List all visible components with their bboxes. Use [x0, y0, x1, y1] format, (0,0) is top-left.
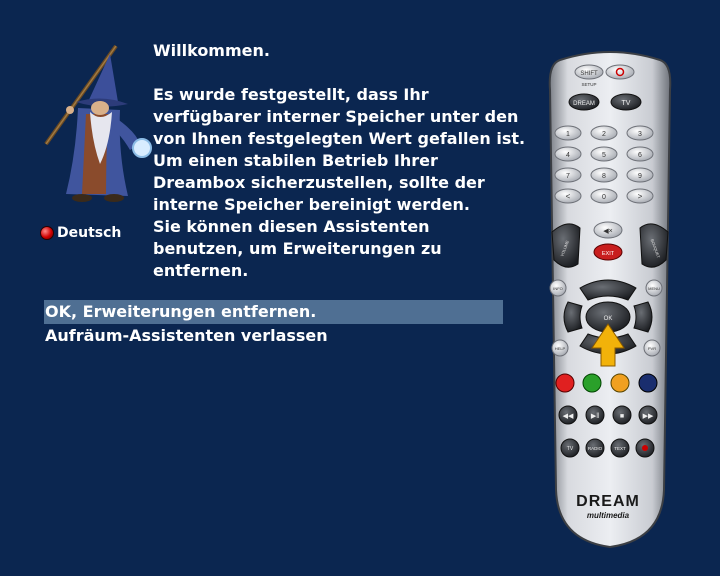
svg-text:1: 1: [566, 131, 570, 138]
option-exit-assistant[interactable]: Aufräum-Assistenten verlassen: [44, 324, 503, 348]
message-line: entfernen.: [153, 261, 249, 280]
svg-text:9: 9: [638, 173, 642, 180]
remote-menu-button: MENU: [645, 279, 663, 297]
message-line: Es wurde festgestellt, dass Ihr: [153, 85, 429, 104]
option-list: OK, Erweiterungen entfernen. Aufräum-Ass…: [44, 300, 503, 348]
language-label: Deutsch: [57, 225, 122, 241]
svg-text:◀◀: ◀◀: [563, 413, 574, 420]
remote-mute-button: ◀×: [593, 221, 623, 239]
remote-tv-button: TV: [610, 93, 642, 111]
message-line: Sie können diesen Assistenten: [153, 217, 430, 236]
remote-pvr-button: PVR: [643, 339, 661, 357]
message-line: Dreambox sicherzustellen, sollte der: [153, 173, 485, 192]
remote-ok-label: OK: [604, 316, 613, 322]
remote-dream-label: DREAM: [573, 101, 595, 107]
remote-shift-label: SHIFT: [580, 71, 598, 77]
svg-text:RADIO: RADIO: [588, 446, 603, 451]
remote-shift-button: SHIFT: [574, 64, 604, 80]
message-line: interne Speicher bereinigt werden.: [153, 195, 470, 214]
remote-volume-rocker: VOLUME: [551, 223, 581, 268]
message-line: Um einen stabilen Betrieb Ihrer: [153, 151, 438, 170]
remote-info-button: INFO: [549, 279, 567, 297]
remote-bouquet-rocker: BOUQUET: [639, 223, 669, 268]
remote-help-button: HELP: [551, 339, 569, 357]
svg-text:0: 0: [602, 194, 606, 201]
svg-text:5: 5: [602, 152, 606, 159]
svg-text:8: 8: [602, 173, 606, 180]
svg-text:6: 6: [638, 152, 642, 159]
wizard-icon: [44, 44, 152, 202]
svg-text:<: <: [566, 192, 571, 201]
message-line: verfügbarer interner Speicher unter den: [153, 107, 519, 126]
remote-control-image: SHIFT SETUP DREAM TV 1 2 3 4 5 6 7 8 9 <: [540, 50, 680, 550]
svg-text:3: 3: [638, 131, 642, 138]
remote-power-button: [605, 64, 635, 80]
message-title: Willkommen.: [153, 41, 270, 60]
remote-brand: DREAM: [576, 493, 640, 510]
remote-pvr-label: PVR: [648, 346, 656, 351]
option-remove-extensions[interactable]: OK, Erweiterungen entfernen.: [44, 300, 503, 324]
remote-exit-button: EXIT: [593, 243, 623, 261]
remote-subbrand: multimedia: [587, 511, 630, 520]
remote-tv-label: TV: [622, 100, 631, 107]
language-selector[interactable]: Deutsch: [40, 225, 121, 241]
message-text: Willkommen. Es wurde festgestellt, dass …: [153, 40, 533, 282]
svg-text:▶‖: ▶‖: [591, 413, 599, 420]
message-line: benutzen, um Erweiterungen zu: [153, 239, 442, 258]
wizard-image: [36, 44, 156, 224]
svg-text:7: 7: [566, 173, 570, 180]
remote-menu-label: MENU: [648, 286, 660, 291]
svg-text:4: 4: [566, 152, 570, 159]
svg-text:2: 2: [602, 131, 606, 138]
message-line: von Ihnen festgelegten Wert gefallen ist…: [153, 129, 526, 148]
svg-text:TV: TV: [567, 446, 574, 452]
red-button-icon: [40, 226, 54, 240]
remote-exit-label: EXIT: [602, 251, 615, 257]
remote-help-label: HELP: [555, 346, 566, 351]
remote-setup-label: SETUP: [581, 82, 596, 87]
svg-text:◀×: ◀×: [603, 228, 612, 235]
svg-text:▶▶: ▶▶: [643, 413, 654, 420]
svg-text:TEXT: TEXT: [614, 446, 626, 451]
svg-text:>: >: [638, 192, 643, 201]
remote-dream-button: DREAM: [568, 93, 600, 111]
svg-text:■: ■: [620, 413, 624, 420]
remote-info-label: INFO: [553, 286, 563, 291]
